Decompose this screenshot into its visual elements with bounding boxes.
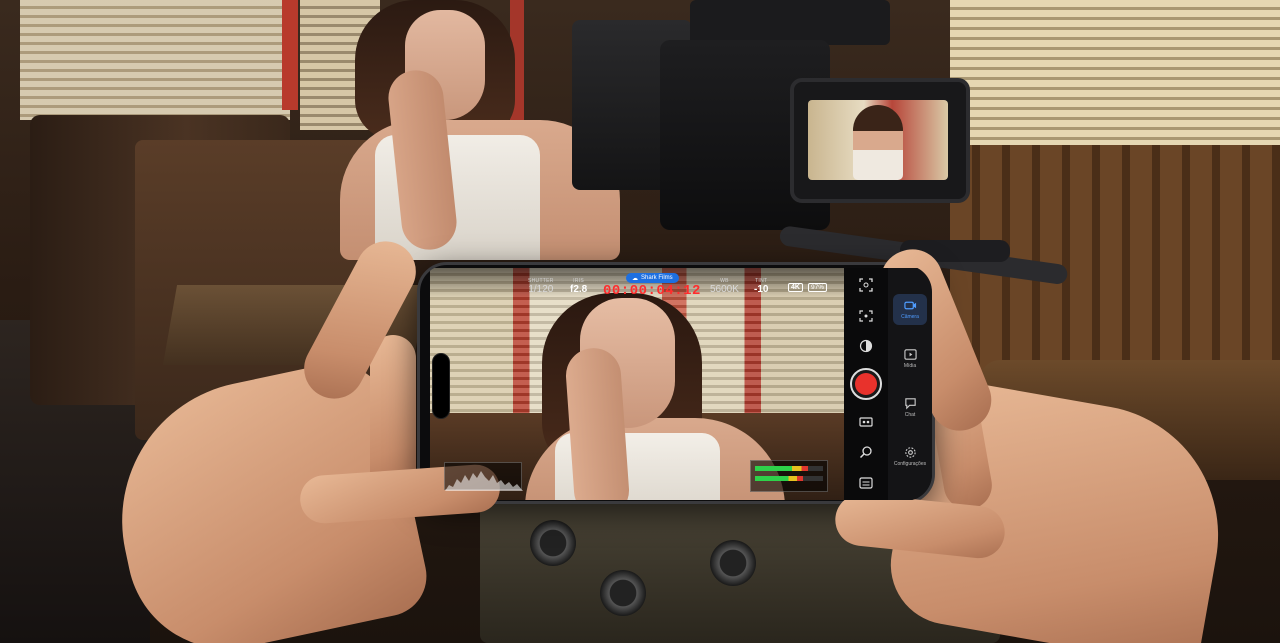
iris-value: f2.8: [570, 284, 588, 295]
nav-item-media[interactable]: Mídia: [893, 343, 927, 374]
camera-monitor: [790, 78, 970, 203]
nav-label-settings: Configurações: [893, 461, 927, 467]
window-blinds: [950, 0, 1280, 150]
settings-icon: [904, 447, 916, 458]
nav-label-chat: Chat: [904, 412, 916, 418]
shutter-value: 1/120: [528, 284, 554, 295]
histogram: [444, 462, 523, 491]
histogram-graph: [445, 471, 523, 491]
audio-channel-1: [755, 466, 823, 471]
dolly-knob: [530, 520, 576, 566]
camera-hud: SHUTTER 1/120 IRIS f2.8 ☁ Shark Films 00…: [430, 268, 844, 299]
cloud-project-label: Shark Films: [641, 275, 673, 281]
menu-icon[interactable]: [857, 474, 875, 492]
tint-control[interactable]: TINT -10: [754, 278, 768, 295]
window-frame: [282, 0, 298, 110]
tint-value: -10: [754, 284, 769, 295]
window-blinds: [20, 0, 290, 120]
record-button[interactable]: [850, 367, 882, 400]
dolly-knob: [710, 540, 756, 586]
nav-item-settings[interactable]: Configurações: [893, 441, 927, 472]
nav-label-media: Mídia: [903, 363, 917, 369]
shutter-control[interactable]: SHUTTER 1/120: [528, 278, 554, 295]
exposure-icon[interactable]: [857, 337, 875, 355]
white-balance-control[interactable]: WB 5600K: [710, 278, 739, 295]
record-dot: [855, 372, 877, 395]
dynamic-island: [432, 353, 450, 419]
nav-item-chat[interactable]: Chat: [893, 392, 927, 423]
cloud-icon: ☁: [632, 275, 638, 282]
resolution-badge: 4K: [788, 283, 803, 292]
camera-icon: [903, 301, 916, 310]
media-icon: [903, 349, 917, 360]
nav-item-camera[interactable]: Câmera: [893, 294, 927, 325]
nav-label-camera: Câmera: [901, 314, 919, 320]
cloud-project-pill[interactable]: ☁ Shark Films: [626, 273, 679, 283]
audio-level-1: [755, 466, 809, 471]
iris-control[interactable]: IRIS f2.8: [570, 278, 587, 295]
camera-top-handle: [690, 0, 890, 45]
dolly-knob: [600, 570, 646, 616]
audio-meter[interactable]: [750, 460, 828, 492]
timecode: 00:00:04:12: [603, 283, 701, 299]
camera-monitor-screen: [808, 100, 948, 180]
face-detect-icon[interactable]: [857, 413, 875, 431]
wb-value: 5600K: [710, 284, 739, 295]
audio-level-2: [755, 476, 803, 481]
side-navigation: Câmera Mídia Chat Configurações: [888, 268, 932, 500]
chat-icon: [904, 398, 916, 410]
zoom-icon[interactable]: [857, 443, 875, 461]
battery-badge: 97%: [808, 283, 828, 292]
audio-channel-2: [755, 476, 823, 481]
focus-frame-icon[interactable]: [857, 276, 875, 294]
camera-controls: [844, 268, 888, 500]
auto-focus-icon[interactable]: [857, 307, 875, 325]
phone: SHUTTER 1/120 IRIS f2.8 ☁ Shark Films 00…: [417, 262, 935, 504]
